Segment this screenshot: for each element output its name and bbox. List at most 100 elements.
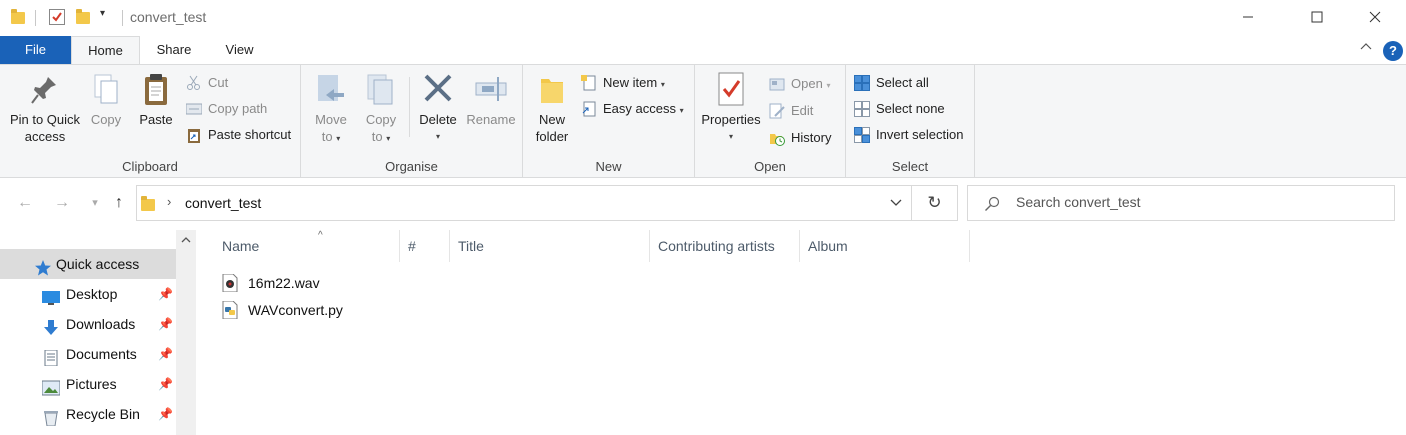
- back-arrow-icon[interactable]: ←: [14, 192, 36, 214]
- open-button[interactable]: Open ▾: [769, 73, 830, 95]
- column-header-album[interactable]: Album: [800, 230, 970, 262]
- folder-icon: [11, 9, 25, 24]
- nav-item-recycle-bin[interactable]: Recycle Bin 📌: [0, 399, 176, 429]
- delete-dropdown-icon[interactable]: ▾: [415, 128, 461, 145]
- easy-access-button[interactable]: Easy access ▾: [581, 98, 684, 120]
- column-header-title[interactable]: Title: [450, 230, 650, 262]
- nav-item-pictures[interactable]: Pictures 📌: [0, 369, 176, 399]
- delete-button[interactable]: Delete ▾: [415, 71, 461, 145]
- close-icon: [1369, 11, 1381, 23]
- nav-item-label: Pictures: [66, 376, 117, 392]
- nav-item-label: Quick access: [56, 256, 140, 272]
- column-header-contributing-artists[interactable]: Contributing artists: [650, 230, 800, 262]
- history-button[interactable]: History: [769, 127, 831, 149]
- tab-file[interactable]: File: [0, 36, 71, 64]
- copy-to-button[interactable]: Copy to ▾: [359, 71, 403, 147]
- properties-button[interactable]: Properties ▾: [699, 71, 763, 145]
- open-group-label: Open: [754, 159, 786, 174]
- rename-button[interactable]: Rename: [465, 71, 517, 128]
- help-icon[interactable]: ?: [1383, 41, 1403, 61]
- open-icon: [769, 76, 785, 92]
- pin-icon[interactable]: 📌: [158, 279, 173, 309]
- tab-view[interactable]: View: [208, 36, 271, 64]
- pin-icon[interactable]: 📌: [158, 399, 173, 429]
- paste-button[interactable]: Paste: [134, 71, 178, 128]
- move-to-button[interactable]: Move to ▾: [309, 71, 353, 147]
- nav-item-downloads[interactable]: Downloads 📌: [0, 309, 176, 339]
- copy-to-label-line1: Copy: [365, 112, 397, 127]
- recent-locations-chevron-icon[interactable]: ▾: [84, 192, 106, 214]
- pin-icon[interactable]: 📌: [158, 369, 173, 399]
- explorer-window: ▾ convert_test File Home Share View ? Pi…: [0, 0, 1406, 435]
- pin-label-line2: access: [24, 129, 66, 144]
- new-item-button[interactable]: New item ▾: [581, 72, 665, 94]
- select-none-icon: [854, 101, 870, 117]
- organise-group: Move to ▾ Copy to ▾ Delete ▾ Rename Orga…: [301, 65, 523, 178]
- address-bar[interactable]: › convert_test: [136, 185, 912, 221]
- maximize-button[interactable]: [1294, 0, 1340, 34]
- copy-to-label-line2: to ▾: [371, 129, 391, 144]
- pin-icon: [28, 71, 62, 107]
- properties-qat-icon[interactable]: [49, 9, 65, 25]
- collapse-ribbon-icon[interactable]: [1358, 41, 1374, 57]
- column-header-number[interactable]: #: [400, 230, 450, 262]
- address-path[interactable]: convert_test: [185, 195, 261, 211]
- pin-icon[interactable]: 📌: [158, 339, 173, 369]
- pin-icon[interactable]: 📌: [158, 309, 173, 339]
- select-none-button[interactable]: Select none: [854, 98, 945, 120]
- edit-icon: [769, 103, 785, 119]
- new-folder-button[interactable]: New folder: [529, 71, 575, 145]
- select-none-label: Select none: [876, 101, 945, 116]
- properties-dropdown-icon[interactable]: ▾: [699, 128, 763, 145]
- maximize-icon: [1311, 11, 1323, 23]
- minimize-icon: [1243, 16, 1253, 18]
- copy-path-button[interactable]: Copy path: [185, 98, 268, 120]
- new-group-label: New: [595, 159, 622, 174]
- up-arrow-icon[interactable]: ↑: [108, 192, 130, 214]
- search-box[interactable]: [967, 185, 1395, 221]
- copy-button[interactable]: Copy: [84, 71, 128, 128]
- close-button[interactable]: [1352, 0, 1398, 34]
- address-dropdown-chevron-icon[interactable]: [889, 196, 903, 210]
- rename-icon: [474, 71, 508, 107]
- rename-label: Rename: [466, 112, 516, 127]
- paste-shortcut-label: Paste shortcut: [208, 127, 292, 142]
- nav-item-quick-access[interactable]: Quick access: [0, 249, 176, 279]
- paste-shortcut-button[interactable]: Paste shortcut: [186, 124, 291, 146]
- navigation-bar: ← → ▾ ↑ › convert_test ↻: [0, 178, 1406, 226]
- copy-path-label: Copy path: [208, 101, 268, 116]
- customize-qat-icon[interactable]: ▾: [100, 8, 105, 19]
- nav-pane-scrollbar[interactable]: [176, 230, 196, 435]
- new-item-icon: [581, 75, 597, 91]
- nav-item-documents[interactable]: Documents 📌: [0, 339, 176, 369]
- select-all-button[interactable]: Select all: [854, 72, 929, 94]
- forward-arrow-icon[interactable]: →: [51, 192, 73, 214]
- new-folder-qat-icon[interactable]: [76, 9, 90, 24]
- edit-button[interactable]: Edit: [769, 100, 813, 122]
- pin-to-quick-access-button[interactable]: Pin to Quick access: [6, 71, 84, 145]
- nav-item-desktop[interactable]: Desktop 📌: [0, 279, 176, 309]
- recycle-bin-icon: [42, 406, 60, 427]
- search-input[interactable]: [1016, 194, 1376, 210]
- divider: [122, 10, 123, 26]
- minimize-button[interactable]: [1225, 0, 1271, 34]
- tab-home[interactable]: Home: [71, 36, 140, 65]
- move-to-label-line2: to ▾: [321, 129, 341, 144]
- tab-share[interactable]: Share: [140, 36, 208, 64]
- column-header-name[interactable]: Name ^: [214, 230, 400, 262]
- select-all-label: Select all: [876, 75, 929, 90]
- copy-to-icon: [364, 71, 398, 107]
- select-all-icon: [854, 75, 870, 91]
- cut-button[interactable]: Cut: [186, 72, 228, 94]
- desktop-icon: [42, 286, 60, 305]
- pictures-icon: [41, 376, 61, 396]
- sort-ascending-icon: ^: [318, 230, 323, 241]
- nav-item-label: Downloads: [66, 316, 136, 332]
- divider: [409, 77, 410, 137]
- invert-selection-button[interactable]: Invert selection: [854, 124, 963, 146]
- copy-label: Copy: [90, 112, 122, 127]
- refresh-icon[interactable]: ↻: [912, 185, 958, 221]
- scroll-up-icon[interactable]: [180, 234, 192, 246]
- open-group: Properties ▾ Open ▾ Edit History Open: [695, 65, 846, 178]
- breadcrumb-chevron-icon[interactable]: ›: [167, 194, 171, 209]
